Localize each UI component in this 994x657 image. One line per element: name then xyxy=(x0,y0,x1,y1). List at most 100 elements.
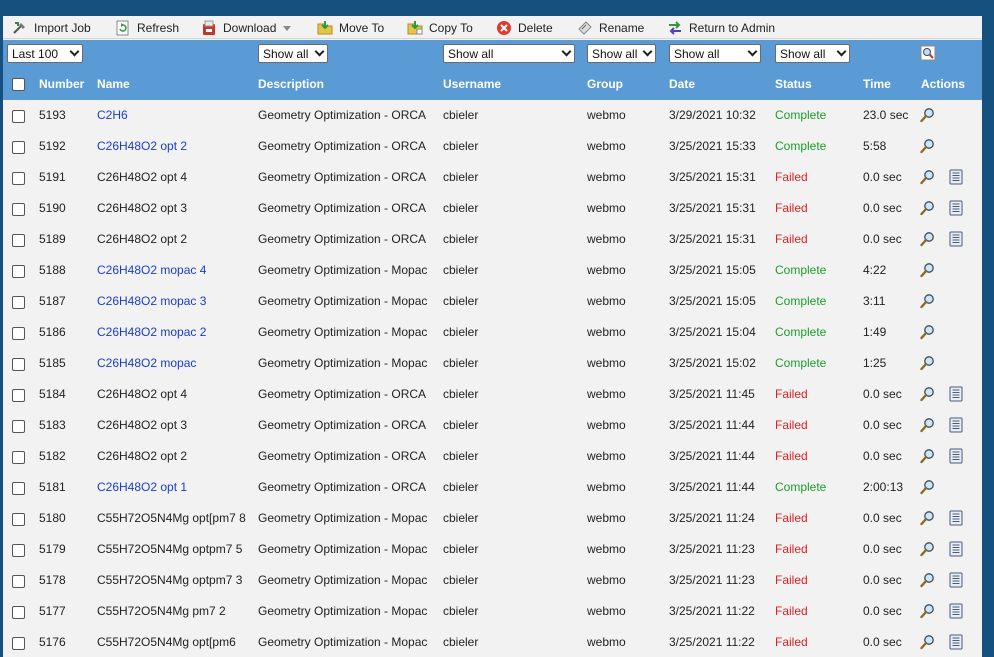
column-header-status[interactable]: Status xyxy=(775,77,812,91)
row-checkbox[interactable] xyxy=(12,234,25,247)
status-filter-value: Show all xyxy=(780,46,826,61)
table-row: 5186 C26H48O2 mopac 2 Geometry Optimizatio… xyxy=(3,317,988,348)
column-header-group[interactable]: Group xyxy=(587,77,623,91)
view-job-magnifier-icon[interactable] xyxy=(920,448,936,464)
row-checkbox[interactable] xyxy=(12,327,25,340)
view-job-magnifier-icon[interactable] xyxy=(920,510,936,526)
job-name-link[interactable]: C2H6 xyxy=(97,108,128,122)
row-checkbox[interactable] xyxy=(12,110,25,123)
download-button[interactable]: Download xyxy=(201,16,292,39)
refresh-button[interactable]: Refresh xyxy=(115,16,179,39)
job-date: 3/25/2021 15:31 xyxy=(669,170,756,184)
import-icon xyxy=(13,21,25,34)
row-checkbox[interactable] xyxy=(12,141,25,154)
description-filter-value: Show all xyxy=(263,46,309,61)
view-job-magnifier-icon[interactable] xyxy=(920,324,936,340)
row-checkbox[interactable] xyxy=(12,637,25,650)
view-job-magnifier-icon[interactable] xyxy=(920,231,936,247)
view-log-icon[interactable] xyxy=(948,231,964,247)
view-job-magnifier-icon[interactable] xyxy=(920,200,936,216)
row-checkbox[interactable] xyxy=(12,265,25,278)
view-log-icon[interactable] xyxy=(948,200,964,216)
move-to-button[interactable]: Move To xyxy=(317,16,384,39)
view-log-icon[interactable] xyxy=(948,417,964,433)
row-checkbox[interactable] xyxy=(12,420,25,433)
copy-to-button[interactable]: Copy To xyxy=(407,16,473,39)
vertical-scrollbar[interactable] xyxy=(982,16,988,657)
column-header-time[interactable]: Time xyxy=(863,77,891,91)
view-job-magnifier-icon[interactable] xyxy=(920,262,936,278)
column-header-description[interactable]: Description xyxy=(258,77,324,91)
view-job-magnifier-icon[interactable] xyxy=(920,386,936,402)
view-job-magnifier-icon[interactable] xyxy=(920,355,936,371)
job-username: cbieler xyxy=(443,418,479,432)
rename-button[interactable]: Rename xyxy=(577,16,644,39)
job-name: C55H72O5N4Mg opt[pm7 8 xyxy=(97,511,246,525)
view-job-magnifier-icon[interactable] xyxy=(920,107,936,123)
job-username: cbieler xyxy=(443,480,479,494)
row-checkbox[interactable] xyxy=(12,606,25,619)
job-time: 23.0 sec xyxy=(863,108,909,122)
job-name-link[interactable]: C26H48O2 mopac 3 xyxy=(97,294,206,308)
row-checkbox[interactable] xyxy=(12,358,25,371)
job-date: 3/25/2021 11:23 xyxy=(669,542,755,556)
group-filter-select[interactable]: Show all xyxy=(587,44,656,63)
job-group: webmo xyxy=(587,418,626,432)
job-date: 3/25/2021 11:22 xyxy=(669,604,755,618)
row-checkbox[interactable] xyxy=(12,296,25,309)
username-filter-select[interactable]: Show all xyxy=(443,44,575,63)
view-job-magnifier-icon[interactable] xyxy=(920,603,936,619)
view-log-icon[interactable] xyxy=(948,386,964,402)
delete-button[interactable]: Delete xyxy=(496,16,553,39)
view-log-icon[interactable] xyxy=(948,603,964,619)
row-checkbox[interactable] xyxy=(12,575,25,588)
view-job-magnifier-icon[interactable] xyxy=(920,634,936,650)
date-filter-select[interactable]: Show all xyxy=(669,44,761,63)
description-filter-select[interactable]: Show all xyxy=(258,44,328,63)
job-name-link[interactable]: C26H48O2 mopac xyxy=(97,356,196,370)
row-checkbox[interactable] xyxy=(12,389,25,402)
row-checkbox[interactable] xyxy=(12,203,25,216)
view-log-icon[interactable] xyxy=(948,572,964,588)
view-log-icon[interactable] xyxy=(948,541,964,557)
job-time: 0.0 sec xyxy=(863,201,902,215)
job-username: cbieler xyxy=(443,263,479,277)
row-checkbox[interactable] xyxy=(12,544,25,557)
view-job-magnifier-icon[interactable] xyxy=(920,138,936,154)
view-job-magnifier-icon[interactable] xyxy=(920,293,936,309)
return-to-admin-button[interactable]: Return to Admin xyxy=(667,16,775,39)
view-log-icon[interactable] xyxy=(948,510,964,526)
job-description: Geometry Optimization - Mopac xyxy=(258,635,428,649)
job-name-link[interactable]: C26H48O2 mopac 2 xyxy=(97,325,206,339)
column-header-username[interactable]: Username xyxy=(443,77,501,91)
view-log-icon[interactable] xyxy=(948,634,964,650)
job-name-link[interactable]: C26H48O2 mopac 4 xyxy=(97,263,206,277)
job-status: Failed xyxy=(775,604,808,618)
job-description: Geometry Optimization - ORCA xyxy=(258,449,427,463)
view-job-magnifier-icon[interactable] xyxy=(920,572,936,588)
view-job-magnifier-icon[interactable] xyxy=(920,417,936,433)
job-name-link[interactable]: C26H48O2 opt 1 xyxy=(97,480,187,494)
column-header-name[interactable]: Name xyxy=(97,77,130,91)
row-checkbox[interactable] xyxy=(12,451,25,464)
select-all-checkbox[interactable] xyxy=(12,78,25,91)
view-log-icon[interactable] xyxy=(948,448,964,464)
column-header-date[interactable]: Date xyxy=(669,77,695,91)
column-header-number[interactable]: Number xyxy=(39,77,84,91)
search-jobs-icon[interactable] xyxy=(920,45,936,61)
row-checkbox[interactable] xyxy=(12,513,25,526)
view-job-magnifier-icon[interactable] xyxy=(920,541,936,557)
row-checkbox[interactable] xyxy=(12,482,25,495)
status-filter-select[interactable]: Show all xyxy=(775,44,850,63)
job-date: 3/25/2021 15:05 xyxy=(669,263,756,277)
job-name: C55H72O5N4Mg optpm7 3 xyxy=(97,573,243,587)
folder-copy-icon xyxy=(407,20,423,34)
row-checkbox[interactable] xyxy=(12,172,25,185)
limit-select[interactable]: Last 100 xyxy=(7,44,83,63)
job-name-link[interactable]: C26H48O2 opt 2 xyxy=(97,139,187,153)
job-group: webmo xyxy=(587,635,626,649)
import-job-button[interactable]: Import Job xyxy=(12,16,91,39)
view-job-magnifier-icon[interactable] xyxy=(920,479,936,495)
view-job-magnifier-icon[interactable] xyxy=(920,169,936,185)
view-log-icon[interactable] xyxy=(948,169,964,185)
